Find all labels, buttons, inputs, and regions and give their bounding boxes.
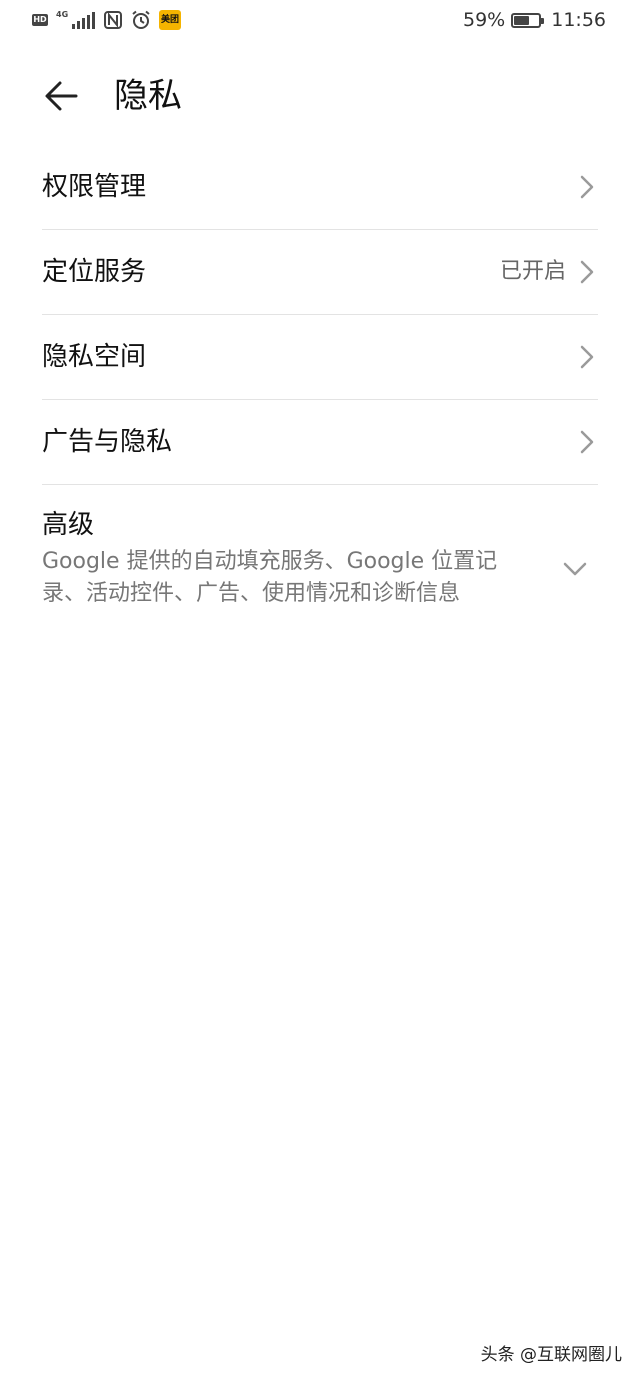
chevron-right-icon [580,430,594,454]
list-item-private-space[interactable]: 隐私空间 [42,315,598,400]
battery-icon [511,12,545,28]
hd-icon: HD [32,14,48,26]
nfc-icon [104,11,122,29]
location-status-value: 已开启 [499,259,566,284]
meituan-app-icon: 美团 [159,10,181,30]
list-item-location-services[interactable]: 定位服务 已开启 [42,230,598,315]
watermark: 头条 @互联网圈儿 [480,1345,622,1365]
advanced-section-toggle[interactable]: 高级 Google 提供的自动填充服务、Google 位置记录、活动控件、广告、… [42,485,598,655]
chevron-right-icon [580,345,594,369]
list-item-label: 隐私空间 [42,342,147,372]
list-item-label: 权限管理 [42,172,147,202]
list-item-permission-management[interactable]: 权限管理 [42,145,598,230]
list-item-label: 定位服务 [42,257,147,287]
chevron-right-icon [580,260,594,284]
back-arrow-icon[interactable] [40,74,84,118]
list-item-ads-and-privacy[interactable]: 广告与隐私 [42,400,598,485]
chevron-right-icon [580,175,594,199]
advanced-title: 高级 [42,510,95,540]
alarm-clock-icon [132,10,150,29]
chevron-down-icon [563,562,587,576]
page-title: 隐私 [114,76,182,116]
list-item-label: 广告与隐私 [42,427,173,457]
advanced-description: Google 提供的自动填充服务、Google 位置记录、活动控件、广告、使用情… [42,549,498,606]
privacy-settings-list: 权限管理 定位服务 已开启 隐私空间 广告与隐私 高级 Google 提供的自动… [42,145,598,655]
clock-time: 11:56 [551,9,606,31]
app-bar: 隐私 [0,60,640,132]
battery-percentage: 59% [463,9,506,31]
network-type-label: 4G [56,10,69,19]
status-icons-left: HD 4G 美团 [32,10,181,30]
cellular-signal-icon: 4G [56,11,95,29]
status-bar: HD 4G 美团 59% 11:56 [0,0,640,44]
status-icons-right: 59% 11:56 [463,9,606,31]
